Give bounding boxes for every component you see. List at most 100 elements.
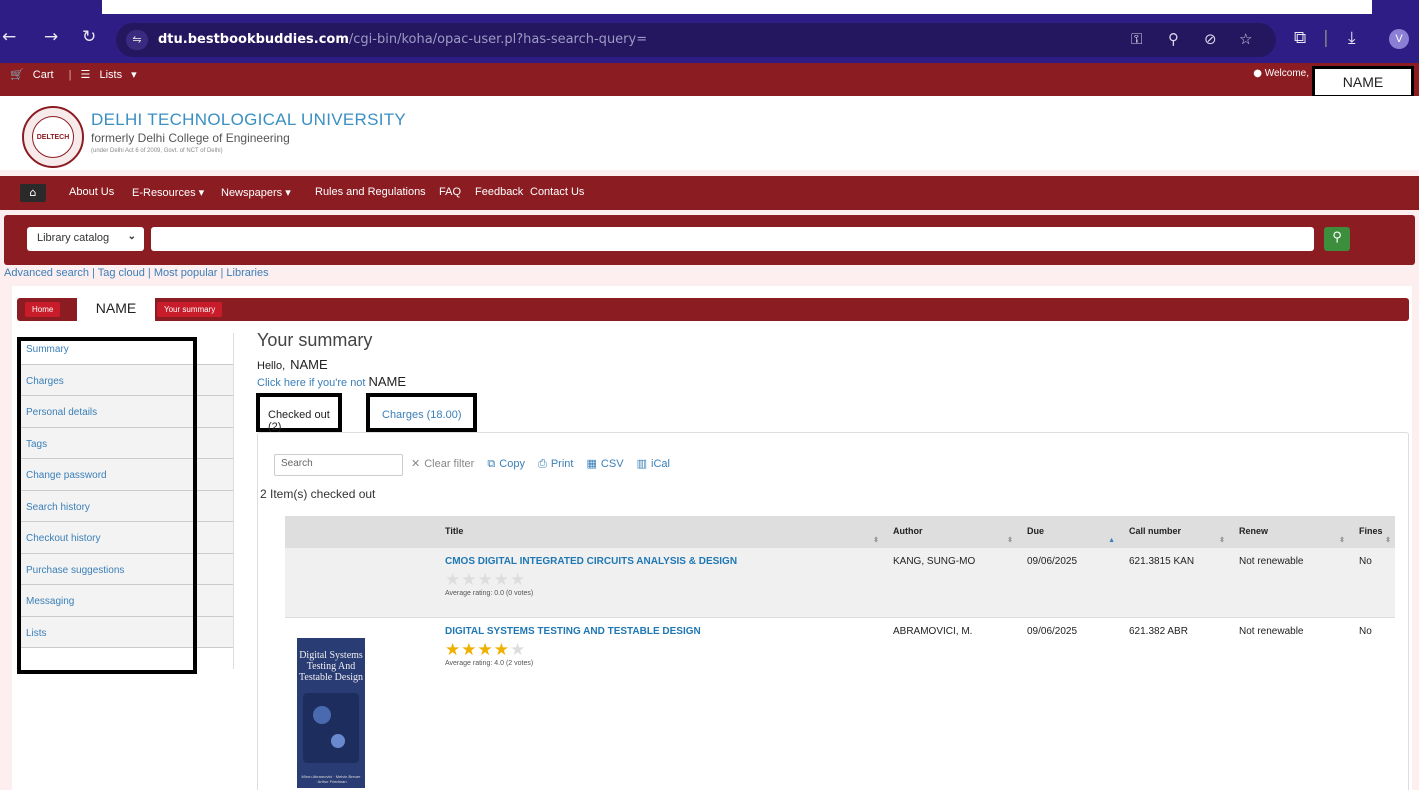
list-icon: ☰ [80, 68, 91, 81]
column-author[interactable]: Author ⬍ [883, 516, 1017, 547]
download-icon[interactable]: ⤓ [1348, 28, 1356, 48]
column-title[interactable]: Title ⬍ [435, 516, 883, 547]
copy-icon: ⧉ [487, 457, 496, 470]
rating-stars[interactable]: ★★★★★ [445, 640, 873, 660]
profile-avatar[interactable]: V [1389, 29, 1409, 49]
sidebar-item-summary[interactable]: Summary [18, 333, 233, 365]
extensions-icon[interactable]: ⧉ [1294, 28, 1306, 48]
sidebar-item-search-history[interactable]: Search history [18, 490, 233, 522]
site-info-icon[interactable]: ⇋ [126, 30, 148, 50]
table-tools: ✕ Clear filter ⧉ Copy ⎙ Print ▦ CSV ▥ iCal [411, 457, 680, 471]
author-cell: ABRAMOVICI, M. [883, 616, 1017, 790]
star-icon[interactable]: ★ [445, 640, 461, 659]
eye-off-icon[interactable]: ⊘ [1204, 30, 1217, 48]
nav-about-us[interactable]: About Us [69, 186, 114, 198]
ical-button[interactable]: ▥ iCal [636, 457, 670, 470]
star-icon[interactable]: ★ [445, 570, 461, 589]
call-number-cell: 621.382 ABR [1119, 616, 1229, 790]
sidebar-item-charges[interactable]: Charges [18, 364, 233, 396]
university-note: (under Delhi Act 6 of 2009, Govt. of NCT… [91, 148, 223, 154]
search-button[interactable]: ⚲ [1324, 227, 1350, 251]
nav-contact-us[interactable]: Contact Us [530, 186, 584, 198]
copy-label: Copy [499, 458, 525, 470]
sidebar-item-personal-details[interactable]: Personal details [18, 396, 233, 428]
url-text: dtu.bestbookbuddies.com/cgi-bin/koha/opa… [158, 32, 648, 47]
catalog-select[interactable]: Library catalog ⌄ [27, 227, 144, 251]
cover-authors: Miron Abramovici · Melvin Breuer · Arthu… [301, 773, 361, 784]
copy-button[interactable]: ⧉ Copy [487, 457, 525, 470]
rating-text: Average rating: 0.0 (0 votes) [445, 589, 534, 597]
due-cell: 09/06/2025 [1017, 546, 1119, 617]
bookmark-star-icon[interactable]: ☆ [1239, 30, 1252, 48]
sidebar-item-checkout-history[interactable]: Checkout history [18, 522, 233, 554]
forward-icon[interactable]: → [44, 27, 58, 47]
site-header: DELTECH DELHI TECHNOLOGICAL UNIVERSITY f… [0, 96, 1419, 170]
secondary-links[interactable]: Advanced search | Tag cloud | Most popul… [4, 267, 269, 279]
column-renew-label: Renew [1239, 526, 1269, 537]
calendar-icon: ▥ [636, 457, 648, 470]
clear-filter-button[interactable]: ✕ Clear filter [411, 457, 474, 470]
cover-title: Digital Systems Testing And Testable Des… [298, 649, 363, 683]
page-title: Your summary [257, 330, 373, 350]
star-icon[interactable]: ★ [510, 640, 526, 659]
column-cover [285, 516, 435, 547]
column-call-number[interactable]: Call number ⬍ [1119, 516, 1229, 547]
cart-link[interactable]: 🛒 Cart [10, 68, 60, 81]
logo-text: DELTECH [32, 116, 74, 158]
lists-link[interactable]: ☰ Lists ▾ [80, 68, 137, 81]
reload-icon[interactable]: ↻ [82, 27, 96, 47]
star-icon[interactable]: ★ [494, 640, 510, 659]
search-input[interactable] [151, 227, 1314, 251]
sidebar-item-purchase-suggestions[interactable]: Purchase suggestions [18, 553, 233, 585]
column-renew[interactable]: Renew ⬍ [1229, 516, 1349, 547]
star-icon[interactable]: ★ [461, 640, 477, 659]
toolbar-divider: | [1323, 28, 1329, 48]
back-icon[interactable]: ← [2, 27, 16, 47]
title-cell: CMOS DIGITAL INTEGRATED CIRCUITS ANALYSI… [435, 546, 883, 617]
chevron-down-icon: ⌄ [127, 231, 136, 242]
user-name-box[interactable]: NAME [1312, 66, 1414, 98]
csv-button[interactable]: ▦ CSV [587, 457, 624, 470]
not-you-link[interactable]: Click here if you're not [257, 377, 365, 389]
welcome-text: ● Welcome, [1253, 68, 1309, 79]
star-icon[interactable]: ★ [510, 570, 526, 589]
sort-icon: ⬍ [1385, 536, 1391, 544]
print-button[interactable]: ⎙ Print [538, 457, 574, 470]
university-logo[interactable]: DELTECH [22, 106, 84, 168]
fines-cell: No [1349, 616, 1395, 790]
breadcrumb-name[interactable]: NAME [77, 297, 155, 322]
password-key-icon[interactable]: ⚿ [1131, 30, 1142, 48]
sidebar-item-lists[interactable]: Lists [18, 616, 233, 648]
column-fines-label: Fines [1359, 526, 1383, 537]
column-due[interactable]: Due ▲ [1017, 516, 1119, 547]
sort-icon: ⬍ [1339, 536, 1345, 544]
table-header-row: Title ⬍ Author ⬍ Due ▲ Call number ⬍ Renew ⬍ … [285, 516, 1395, 547]
nav-newspapers[interactable]: Newspapers ▾ [221, 186, 291, 199]
book-title-link[interactable]: CMOS DIGITAL INTEGRATED CIRCUITS ANALYSI… [445, 556, 873, 567]
home-icon[interactable]: ⌂ [20, 184, 46, 202]
star-icon[interactable]: ★ [494, 570, 510, 589]
tab-charges[interactable]: Charges (18.00) [366, 393, 477, 432]
book-cover-image[interactable]: Digital Systems Testing And Testable Des… [297, 637, 365, 788]
column-fines[interactable]: Fines ⬍ [1349, 516, 1395, 547]
tab-checked-out[interactable]: Checked out (2) [256, 393, 342, 433]
sidebar-item-messaging[interactable]: Messaging [18, 585, 233, 617]
print-label: Print [550, 458, 574, 470]
star-icon[interactable]: ★ [478, 640, 494, 659]
sidebar-item-tags[interactable]: Tags [18, 427, 233, 459]
nav-e-resources[interactable]: E-Resources ▾ [132, 186, 204, 199]
book-title-link[interactable]: DIGITAL SYSTEMS TESTING AND TESTABLE DES… [445, 626, 873, 637]
nav-feedback[interactable]: Feedback [475, 186, 523, 198]
star-icon[interactable]: ★ [461, 570, 477, 589]
sidebar-item-change-password[interactable]: Change password [18, 459, 233, 491]
nav-rules[interactable]: Rules and Regulations [315, 186, 426, 198]
star-icon[interactable]: ★ [478, 570, 494, 589]
cover-cell [285, 546, 435, 617]
not-you-line: Click here if you're not NAME [257, 374, 406, 389]
zoom-icon[interactable]: ⚲ [1168, 30, 1179, 48]
breadcrumb-home[interactable]: Home [25, 302, 61, 317]
rating-stars[interactable]: ★★★★★ [445, 570, 873, 590]
nav-faq[interactable]: FAQ [439, 186, 461, 198]
address-bar[interactable]: ⇋ dtu.bestbookbuddies.com/cgi-bin/koha/o… [116, 23, 1276, 57]
filter-search-input[interactable]: Search [274, 454, 403, 476]
